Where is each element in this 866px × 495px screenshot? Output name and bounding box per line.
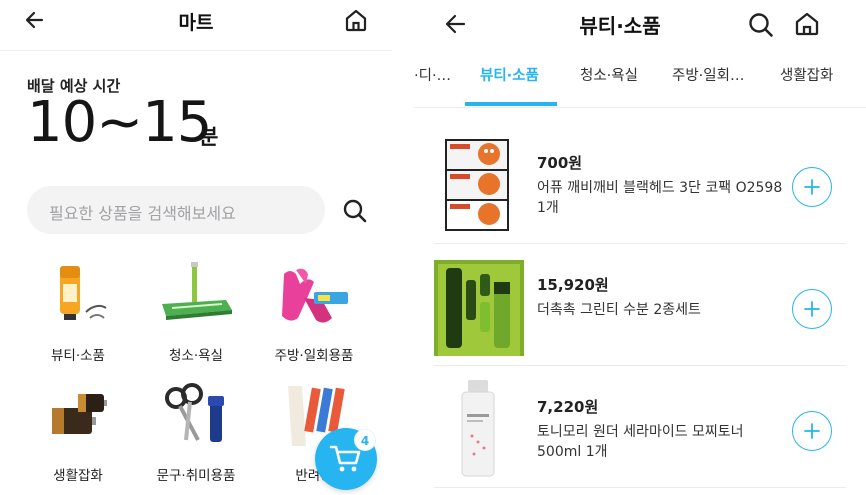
product-price: 15,920원 bbox=[537, 276, 609, 294]
battery-icon bbox=[38, 382, 118, 450]
category-daily-goods[interactable]: 생활잡화 bbox=[18, 382, 138, 492]
product-price: 700원 bbox=[537, 154, 583, 172]
category-label: 주방·일회용품 bbox=[274, 348, 354, 364]
mart-header: 마트 bbox=[0, 0, 392, 44]
delivery-time-unit: 분 bbox=[199, 125, 219, 149]
delivery-time-value: 10~15 bbox=[27, 90, 212, 155]
active-tab-indicator bbox=[465, 102, 557, 106]
category-label: 뷰티·소품 bbox=[51, 348, 105, 364]
category-beauty[interactable]: 뷰티·소품 bbox=[18, 262, 138, 372]
home-icon[interactable] bbox=[342, 6, 370, 34]
category-stationery[interactable]: 문구·취미용품 bbox=[136, 382, 256, 492]
product-card[interactable]: 15,920원 더촉촉 그린티 수분 2종세트 bbox=[434, 244, 846, 366]
cart-count-badge: 4 bbox=[354, 429, 376, 451]
product-name: 어퓨 깨비깨비 블랙헤드 3단 코팩 O2598 1개 bbox=[537, 180, 783, 216]
add-to-cart-button[interactable] bbox=[792, 289, 832, 329]
mart-home-screen: 마트 배달 예상 시간 10~15 분 필요한 상품을 검색해보세요 뷰티·소품 bbox=[0, 0, 392, 495]
add-to-cart-button[interactable] bbox=[792, 411, 832, 451]
plus-icon bbox=[804, 301, 820, 317]
search-input[interactable]: 필요한 상품을 검색해보세요 bbox=[27, 186, 325, 234]
scissors-icon bbox=[156, 382, 236, 450]
tab-cleaning[interactable]: 청소·욕실 bbox=[580, 64, 638, 85]
rubber-gloves-icon bbox=[274, 262, 354, 330]
plus-icon bbox=[804, 423, 820, 439]
category-tabs: ·디·… 뷰티·소품 청소·욕실 주방·일회… 생활잡화 bbox=[414, 50, 866, 108]
home-icon[interactable] bbox=[792, 9, 822, 39]
add-to-cart-button[interactable] bbox=[792, 167, 832, 207]
plus-icon bbox=[804, 179, 820, 195]
mop-icon bbox=[156, 262, 236, 330]
page-title: 마트 bbox=[178, 12, 214, 34]
tab-beauty[interactable]: 뷰티·소품 bbox=[480, 64, 539, 85]
category-cleaning[interactable]: 청소·욕실 bbox=[136, 262, 256, 372]
nose-pack-image bbox=[434, 130, 524, 234]
sunscreen-icon bbox=[38, 262, 118, 330]
tab-previous[interactable]: ·디·… bbox=[414, 64, 451, 85]
product-name: 더촉촉 그린티 수분 2종세트 bbox=[537, 302, 701, 318]
search-icon[interactable] bbox=[340, 196, 370, 226]
product-card[interactable]: 700원 어퓨 깨비깨비 블랙헤드 3단 코팩 O2598 1개 bbox=[434, 122, 846, 244]
category-list-screen: 뷰티·소품 ·디·… 뷰티·소품 청소·욕실 주방·일회… 생활잡화 700원 … bbox=[414, 0, 866, 495]
category-kitchen[interactable]: 주방·일회용품 bbox=[254, 262, 374, 372]
green-tea-set-image bbox=[434, 252, 524, 360]
product-price: 7,220원 bbox=[537, 398, 599, 416]
category-label: 문구·취미용품 bbox=[156, 468, 236, 484]
tab-kitchen[interactable]: 주방·일회… bbox=[672, 64, 744, 85]
product-name: 토니모리 원더 세라마이드 모찌토너 500ml 1개 bbox=[537, 424, 744, 460]
search-placeholder: 필요한 상품을 검색해보세요 bbox=[49, 204, 236, 223]
category-label: 청소·욕실 bbox=[169, 348, 223, 364]
category-label: 생활잡화 bbox=[53, 468, 103, 484]
panel-gap bbox=[392, 0, 414, 495]
tab-daily-goods[interactable]: 생활잡화 bbox=[780, 64, 833, 85]
product-card[interactable]: 7,220원 토니모리 원더 세라마이드 모찌토너 500ml 1개 bbox=[434, 366, 846, 488]
toner-bottle-image bbox=[434, 374, 524, 478]
search-icon[interactable] bbox=[746, 10, 776, 40]
header-divider bbox=[0, 50, 392, 51]
